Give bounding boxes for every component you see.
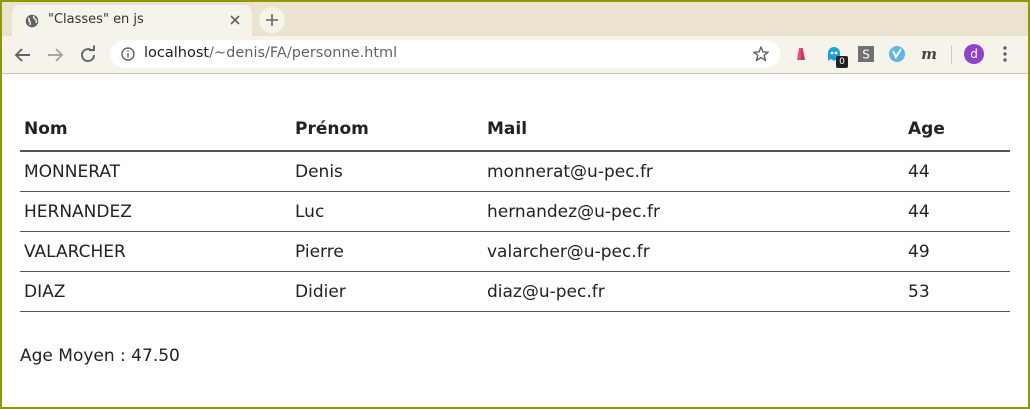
avatar[interactable]: d [964,44,984,64]
column-header-age: Age [904,108,1010,152]
table-row: VALARCHER Pierre valarcher@u-pec.fr 49 [20,231,1010,272]
cell-mail: diaz@u-pec.fr [483,271,904,312]
cell-age: 44 [904,191,1010,232]
persons-table: Nom Prénom Mail Age MONNERAT Denis monne… [20,108,1010,312]
forward-arrow-icon[interactable] [44,44,66,66]
browser-toolbar: localhost/~denis/FA/personne.html 0 S m … [2,36,1028,74]
url-host: localhost [144,45,210,61]
page-content: Nom Prénom Mail Age MONNERAT Denis monne… [20,108,1010,312]
table-row: DIAZ Didier diaz@u-pec.fr 53 [20,271,1010,312]
cell-age: 44 [904,151,1010,192]
globe-icon [25,14,39,28]
pink-extension-icon[interactable] [792,45,810,63]
new-tab-button[interactable] [259,7,285,33]
cell-prenom: Luc [291,191,483,232]
tab-title: "Classes" en js [48,12,144,27]
url-text: localhost/~denis/FA/personne.html [144,45,397,61]
column-header-prenom: Prénom [291,108,483,152]
table-row: MONNERAT Denis monnerat@u-pec.fr 44 [20,151,1010,192]
table-row: HERNANDEZ Luc hernandez@u-pec.fr 44 [20,191,1010,232]
cell-nom: VALARCHER [20,231,291,272]
check-extension-icon[interactable] [888,45,906,63]
table-header-row: Nom Prénom Mail Age [20,108,1010,152]
cell-nom: HERNANDEZ [20,191,291,232]
close-icon[interactable] [228,13,242,27]
cell-nom: DIAZ [20,271,291,312]
m-extension-icon[interactable]: m [920,45,938,63]
cell-mail: monnerat@u-pec.fr [483,151,904,192]
address-bar[interactable]: localhost/~denis/FA/personne.html [110,40,780,68]
column-header-nom: Nom [20,108,291,152]
cell-prenom: Didier [291,271,483,312]
plus-icon [266,14,278,26]
svg-text:m: m [921,45,937,63]
cell-mail: valarcher@u-pec.fr [483,231,904,272]
cell-nom: MONNERAT [20,151,291,192]
cell-age: 53 [904,271,1010,312]
star-icon[interactable] [752,45,770,63]
url-path: /~denis/FA/personne.html [209,45,398,61]
back-arrow-icon[interactable] [12,44,34,66]
s-extension-icon[interactable]: S [857,45,875,63]
column-header-mail: Mail [483,108,904,152]
svg-text:S: S [862,48,870,62]
average-age-text: Age Moyen : 47.50 [20,346,180,366]
cell-prenom: Denis [291,151,483,192]
tab-strip: "Classes" en js [2,2,1028,36]
info-icon[interactable] [121,47,135,61]
cell-mail: hernandez@u-pec.fr [483,191,904,232]
toolbar-separator [951,46,952,64]
cell-age: 49 [904,231,1010,272]
extension-badge: 0 [836,56,848,68]
reload-icon[interactable] [77,44,99,66]
cell-prenom: Pierre [291,231,483,272]
browser-tab[interactable]: "Classes" en js [12,5,252,36]
menu-icon[interactable] [1000,44,1010,64]
